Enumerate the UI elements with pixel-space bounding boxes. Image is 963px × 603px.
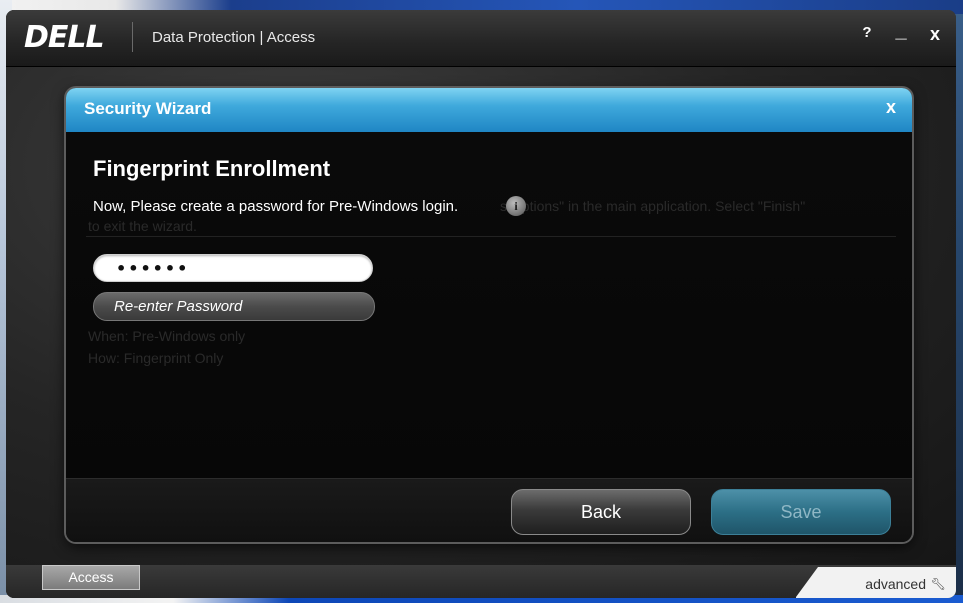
- instruction-text: Now, Please create a password for Pre-Wi…: [93, 198, 459, 215]
- title-separator: [132, 22, 133, 52]
- reenter-password-field[interactable]: Re-enter Password: [93, 292, 375, 321]
- ghost-text-line: to exit the wizard.: [88, 218, 197, 234]
- back-button[interactable]: Back: [511, 489, 691, 535]
- title-bar: DELL Data Protection | Access ? _ x: [6, 10, 956, 67]
- security-wizard-dialog: Security Wizard x s Options" in the main…: [66, 88, 912, 542]
- advanced-button[interactable]: advanced 🔧︎: [796, 567, 956, 598]
- help-button[interactable]: ?: [856, 24, 878, 41]
- password-field[interactable]: ••••••: [93, 254, 373, 282]
- ghost-text-line: How: Fingerprint Only: [88, 350, 224, 366]
- access-tab[interactable]: Access: [42, 565, 140, 590]
- wrench-icon: 🔧︎: [930, 577, 946, 591]
- close-window-button[interactable]: x: [924, 24, 946, 45]
- content-divider: [86, 236, 896, 237]
- app-title: Data Protection | Access: [152, 29, 316, 46]
- bottom-bar: Access advanced 🔧︎: [6, 565, 956, 598]
- save-button[interactable]: Save: [711, 489, 891, 535]
- ghost-text-line: s Options" in the main application. Sele…: [500, 198, 806, 214]
- minimize-button[interactable]: _: [890, 20, 912, 43]
- page-heading: Fingerprint Enrollment: [93, 156, 331, 181]
- app-window: DELL Data Protection | Access ? _ x Secu…: [6, 10, 956, 598]
- ghost-text-line: When: Pre-Windows only: [88, 328, 246, 344]
- dialog-content: s Options" in the main application. Sele…: [66, 132, 912, 478]
- dialog-header: Security Wizard x: [66, 88, 912, 132]
- dialog-title: Security Wizard: [84, 99, 212, 118]
- dialog-close-button[interactable]: x: [886, 97, 896, 118]
- dialog-footer: Back Save: [66, 478, 912, 542]
- advanced-label: advanced: [865, 576, 926, 592]
- dell-logo: DELL: [24, 20, 105, 55]
- info-icon[interactable]: i: [506, 196, 526, 216]
